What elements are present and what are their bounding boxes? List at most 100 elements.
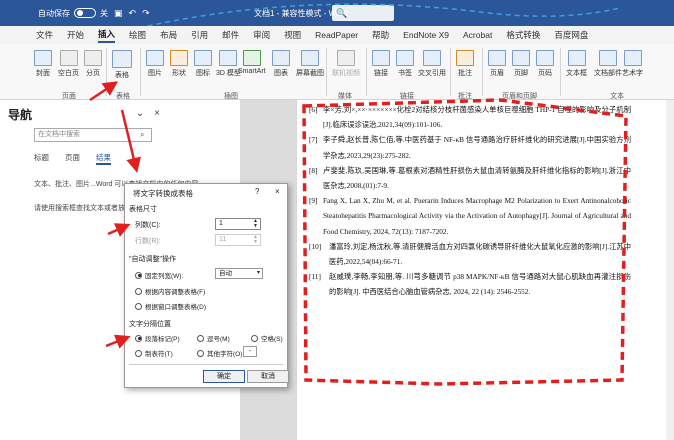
tab-format-convert[interactable]: 格式转换	[506, 29, 540, 41]
footer-button[interactable]: 页脚	[512, 50, 530, 78]
rows-spinner: 11 ▲ ▼	[215, 234, 261, 246]
page-break-label: 分页	[86, 70, 100, 77]
redo-icon[interactable]: ↷	[142, 8, 150, 19]
tab-mailings[interactable]: 邮件	[222, 29, 239, 41]
other-char-input[interactable]: -	[243, 346, 257, 357]
tab-baidu-pan[interactable]: 百度网盘	[554, 29, 588, 41]
nav-controls: ⌄ ×	[136, 108, 160, 119]
tab-file[interactable]: 文件	[36, 29, 53, 41]
close-icon[interactable]: ×	[154, 108, 160, 119]
undo-icon[interactable]: ↶	[129, 8, 137, 19]
divider	[129, 364, 283, 365]
screenshot-button[interactable]: 屏幕截图	[296, 50, 324, 78]
ribbon-tabs: 文件 开始 插入 绘图 布局 引用 邮件 审阅 视图 ReadPaper 帮助 …	[0, 26, 674, 44]
ok-button[interactable]: 确定	[203, 370, 245, 383]
tab-radio[interactable]: 制表符(T)	[135, 348, 173, 358]
search-icon[interactable]: ⌕	[140, 130, 144, 140]
tab-draw[interactable]: 绘图	[129, 29, 146, 41]
page-number-button[interactable]: 页码	[536, 50, 554, 78]
autofit-window-label: 根据窗口调整表格(D)	[145, 304, 207, 311]
autosave-toggle[interactable]: 自动保存 关	[38, 8, 108, 19]
nav-tab-headings[interactable]: 标题	[34, 152, 49, 165]
autofit-window-radio[interactable]: 根据窗口调整表格(D)	[135, 301, 206, 311]
fixed-width-value: 自动	[219, 270, 232, 277]
close-icon[interactable]: ×	[275, 187, 280, 196]
tab-readpaper[interactable]: ReadPaper	[315, 30, 358, 40]
table-icon	[112, 50, 132, 68]
spinner-arrows-icon: ▲ ▼	[253, 234, 258, 245]
group-separator	[366, 48, 367, 96]
footer-label: 页脚	[514, 70, 528, 77]
screenshot-icon	[301, 50, 319, 66]
other-char-label: 其他字符(O):	[207, 351, 245, 358]
vertical-scrollbar[interactable]	[666, 100, 674, 440]
reference-item: [8] 卢斐斐,陈玖,吴国琳,等.葛根素对酒精性肝损伤大鼠血清转氨酶及肝纤维化指标…	[309, 163, 631, 193]
cancel-button[interactable]: 取消	[247, 370, 289, 383]
group-separator	[106, 48, 107, 96]
icons-label: 图标	[196, 70, 210, 77]
nav-tab-pages[interactable]: 页面	[65, 152, 80, 165]
spinner-arrows-icon[interactable]: ▲ ▼	[253, 219, 258, 229]
blank-page-button[interactable]: 空白页	[58, 50, 79, 78]
icons-icon	[194, 50, 212, 66]
tab-endnote[interactable]: EndNote X9	[403, 30, 449, 40]
table-button[interactable]: 表格	[112, 50, 132, 80]
text-box-button[interactable]: 文本框	[566, 50, 587, 78]
pictures-button[interactable]: 图片	[146, 50, 164, 78]
picture-icon	[146, 50, 164, 66]
comment-icon	[456, 50, 474, 66]
autofit-content-radio[interactable]: 根据内容调整表格(F)	[135, 286, 205, 296]
reference-item: [7] 李子舜,赵长普,陈仁佰,等.中医药基于 NF-κB 信号通路治疗肝纤维化的…	[309, 132, 631, 162]
document-page[interactable]: [6] 李×芳,刘×,××·×××××××化栓2对结核分枝杆菌感染人单核巨噬细胞 …	[296, 100, 674, 440]
comment-label: 批注	[458, 70, 472, 77]
space-label: 空格(S)	[261, 336, 283, 343]
tab-view[interactable]: 视图	[284, 29, 301, 41]
columns-spinner[interactable]: 1 ▲ ▼	[215, 218, 261, 230]
pictures-label: 图片	[148, 70, 162, 77]
tab-acrobat[interactable]: Acrobat	[463, 30, 492, 40]
autosave-label: 自动保存	[38, 8, 70, 18]
search-box[interactable]: 🔍	[332, 5, 394, 21]
bookmark-label: 书签	[398, 70, 412, 77]
space-radio[interactable]: 空格(S)	[251, 333, 283, 343]
save-icon[interactable]: ▣	[114, 8, 123, 19]
tab-insert[interactable]: 插入	[98, 28, 116, 43]
tab-layout[interactable]: 布局	[160, 29, 177, 41]
paragraph-mark-radio[interactable]: 段落标记(P)	[135, 333, 180, 343]
tab-help[interactable]: 帮助	[372, 29, 389, 41]
reference-number: [6]	[309, 105, 318, 114]
cover-page-button[interactable]: 封面	[34, 50, 52, 78]
icons-button[interactable]: 图标	[194, 50, 212, 78]
shapes-button[interactable]: 形状	[170, 50, 188, 78]
nav-search-input[interactable]: 在文档中搜索	[34, 128, 152, 142]
fixed-width-select[interactable]: 自动 ▾	[215, 268, 263, 279]
comma-label: 逗号(M)	[207, 336, 230, 343]
quick-parts-button[interactable]: 文档部件	[594, 50, 622, 78]
cross-reference-button[interactable]: 交叉引用	[418, 50, 446, 78]
reference-item: [6] 李×芳,刘×,××·×××××××化栓2对结核分枝杆菌感染人单核巨噬细胞 …	[309, 102, 631, 132]
comment-button[interactable]: 批注	[456, 50, 474, 78]
toggle-switch[interactable]	[74, 8, 96, 18]
page-break-button[interactable]: 分页	[84, 50, 102, 78]
header-button[interactable]: 页眉	[488, 50, 506, 78]
comma-radio[interactable]: 逗号(M)	[197, 333, 230, 343]
radio-icon	[197, 334, 204, 342]
tab-references[interactable]: 引用	[191, 29, 208, 41]
online-video-button[interactable]: 联机视频	[332, 50, 360, 78]
wordart-button[interactable]: 艺术字	[622, 50, 643, 78]
fixed-width-radio[interactable]: 固定列宽(W):	[135, 270, 183, 280]
tab-label: 制表符(T)	[145, 351, 173, 358]
smartart-button[interactable]: SmartArt	[238, 50, 266, 75]
chevron-down-icon[interactable]: ⌄	[136, 108, 144, 119]
other-char-radio[interactable]: 其他字符(O):	[197, 348, 244, 358]
radio-icon	[135, 287, 142, 295]
link-button[interactable]: 链接	[372, 50, 390, 78]
tab-review[interactable]: 审阅	[253, 29, 270, 41]
nav-tab-results[interactable]: 结果	[96, 152, 111, 165]
wordart-label: 艺术字	[622, 70, 643, 77]
chart-button[interactable]: 图表	[272, 50, 290, 78]
group-separator	[482, 48, 483, 96]
help-icon[interactable]: ?	[255, 187, 259, 196]
bookmark-button[interactable]: 书签	[396, 50, 414, 78]
tab-home[interactable]: 开始	[67, 29, 84, 41]
